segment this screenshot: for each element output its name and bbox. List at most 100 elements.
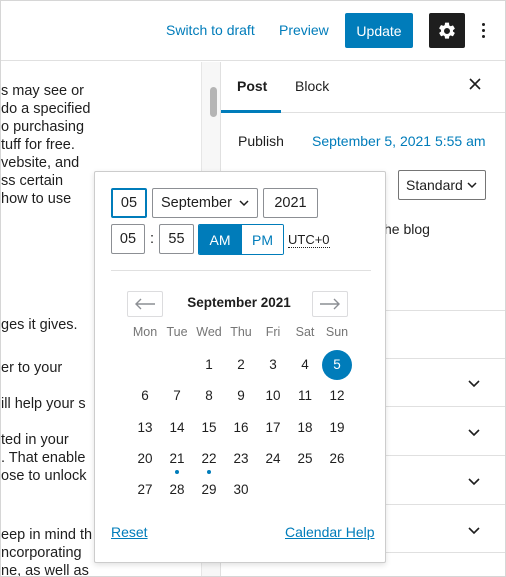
am-pm-toggle: AM PM xyxy=(198,224,284,255)
picker-divider xyxy=(111,270,371,271)
post-format-value: Standard xyxy=(406,177,463,193)
weekday-label: Tue xyxy=(166,325,188,339)
calendar-day[interactable]: 5 xyxy=(321,350,353,380)
calendar-day[interactable]: 19 xyxy=(321,414,353,442)
calendar-day[interactable]: 9 xyxy=(225,382,257,410)
arrow-right-icon xyxy=(320,298,340,310)
calendar-day[interactable]: 13 xyxy=(129,414,161,442)
calendar-day[interactable]: 15 xyxy=(193,414,225,442)
calendar-day[interactable]: 3 xyxy=(257,351,289,379)
content-line: vebsite, and xyxy=(1,155,80,171)
content-line: o purchasing xyxy=(1,119,85,135)
content-line: ges it gives. xyxy=(1,317,78,333)
content-line: do a specified xyxy=(1,101,91,117)
calendar-day[interactable]: 2 xyxy=(225,351,257,379)
content-line: ne, as well as xyxy=(1,563,89,577)
active-tab-indicator xyxy=(221,110,281,113)
content-line: ose to unlock xyxy=(1,468,87,484)
weekday-label: Wed xyxy=(196,325,222,339)
weekday-label: Sat xyxy=(295,325,315,339)
calendar-day[interactable]: 22 xyxy=(193,445,225,474)
content-line: tuff for free. xyxy=(1,137,75,153)
post-format-select[interactable]: Standard xyxy=(398,170,486,200)
gear-icon xyxy=(439,22,455,39)
chevron-down-icon xyxy=(467,182,477,189)
calendar-day[interactable]: 30 xyxy=(225,476,257,504)
arrow-left-icon xyxy=(135,298,155,310)
content-line: . That enable xyxy=(1,450,86,466)
calendar-day[interactable]: 18 xyxy=(289,414,321,442)
stick-to-top-label: he blog xyxy=(384,221,430,237)
content-line: ted in your xyxy=(1,432,69,448)
more-vertical-icon-dot xyxy=(481,34,485,38)
previous-month-button[interactable] xyxy=(127,291,163,317)
calendar-day[interactable]: 23 xyxy=(225,445,257,473)
minute-input[interactable]: 55 xyxy=(159,224,194,254)
close-icon[interactable] xyxy=(465,74,485,94)
year-input[interactable]: 2021 xyxy=(263,188,318,218)
calendar-day[interactable]: 25 xyxy=(289,445,321,473)
date-time-picker-popover: 05 September 2021 05 : 55 AM PM UTC+0 Se… xyxy=(94,171,386,563)
calendar-day[interactable]: 7 xyxy=(161,382,193,410)
publish-label: Publish xyxy=(238,133,284,149)
more-options-button[interactable] xyxy=(475,15,491,45)
content-line: how to use xyxy=(1,191,72,207)
chevron-down-icon[interactable] xyxy=(467,376,481,390)
month-select[interactable]: September xyxy=(152,188,258,218)
reset-button[interactable]: Reset xyxy=(111,524,148,540)
calendar-day[interactable]: 17 xyxy=(257,414,289,442)
am-button[interactable]: AM xyxy=(199,225,241,254)
weekday-label: Sun xyxy=(325,325,349,339)
calendar-day[interactable]: 20 xyxy=(129,445,161,473)
content-line: eep in mind th xyxy=(1,527,93,543)
settings-button[interactable] xyxy=(429,13,465,48)
post-indicator-dot xyxy=(175,470,179,474)
weekday-label: Mon xyxy=(132,325,158,339)
chevron-down-icon xyxy=(239,200,249,207)
top-toolbar: Switch to draft Preview Update xyxy=(1,1,505,61)
calendar-day[interactable]: 10 xyxy=(257,382,289,410)
day-input[interactable]: 05 xyxy=(111,188,147,218)
chevron-down-icon[interactable] xyxy=(467,474,481,488)
chevron-down-icon[interactable] xyxy=(467,425,481,439)
content-line: ncorporating xyxy=(1,545,82,561)
time-separator: : xyxy=(150,231,155,247)
calendar-day[interactable]: 26 xyxy=(321,445,353,473)
tab-post[interactable]: Post xyxy=(237,78,267,94)
editor-scrollbar-thumb[interactable] xyxy=(210,87,217,117)
month-value: September xyxy=(161,195,232,211)
hour-input[interactable]: 05 xyxy=(111,224,145,254)
calendar-day[interactable]: 27 xyxy=(129,476,161,504)
switch-to-draft-button[interactable]: Switch to draft xyxy=(166,22,255,38)
publish-date-toggle[interactable]: September 5, 2021 5:55 am xyxy=(312,133,486,149)
content-line: s may see or xyxy=(1,83,84,99)
preview-button[interactable]: Preview xyxy=(279,22,329,38)
calendar-day[interactable]: 11 xyxy=(289,382,321,410)
calendar-day[interactable]: 14 xyxy=(161,414,193,442)
post-indicator-dot xyxy=(207,470,211,474)
more-vertical-icon-dot xyxy=(481,28,485,32)
pm-button[interactable]: PM xyxy=(240,225,283,254)
more-vertical-icon xyxy=(481,22,485,26)
chevron-down-icon[interactable] xyxy=(467,523,481,537)
tab-block[interactable]: Block xyxy=(295,78,329,94)
calendar-day[interactable]: 4 xyxy=(289,351,321,379)
editor-window: Switch to draft Preview Update s may see… xyxy=(0,0,506,577)
calendar-day[interactable]: 29 xyxy=(193,476,225,504)
calendar-day[interactable]: 28 xyxy=(161,476,193,504)
calendar-day[interactable]: 16 xyxy=(225,414,257,442)
calendar-day[interactable]: 1 xyxy=(193,351,225,379)
update-button[interactable]: Update xyxy=(345,13,413,48)
calendar-day[interactable]: 6 xyxy=(129,382,161,410)
calendar-day[interactable]: 8 xyxy=(193,382,225,410)
timezone-label[interactable]: UTC+0 xyxy=(288,232,330,248)
next-month-button[interactable] xyxy=(312,291,348,317)
content-line: ill help your s xyxy=(1,396,86,412)
calendar-help-button[interactable]: Calendar Help xyxy=(285,524,375,540)
content-line: er to your xyxy=(1,360,63,376)
weekday-label: Fri xyxy=(265,325,281,339)
calendar-day[interactable]: 12 xyxy=(321,382,353,410)
calendar-day[interactable]: 24 xyxy=(257,445,289,473)
weekday-label: Thu xyxy=(230,325,252,339)
calendar-day[interactable]: 21 xyxy=(161,445,193,474)
